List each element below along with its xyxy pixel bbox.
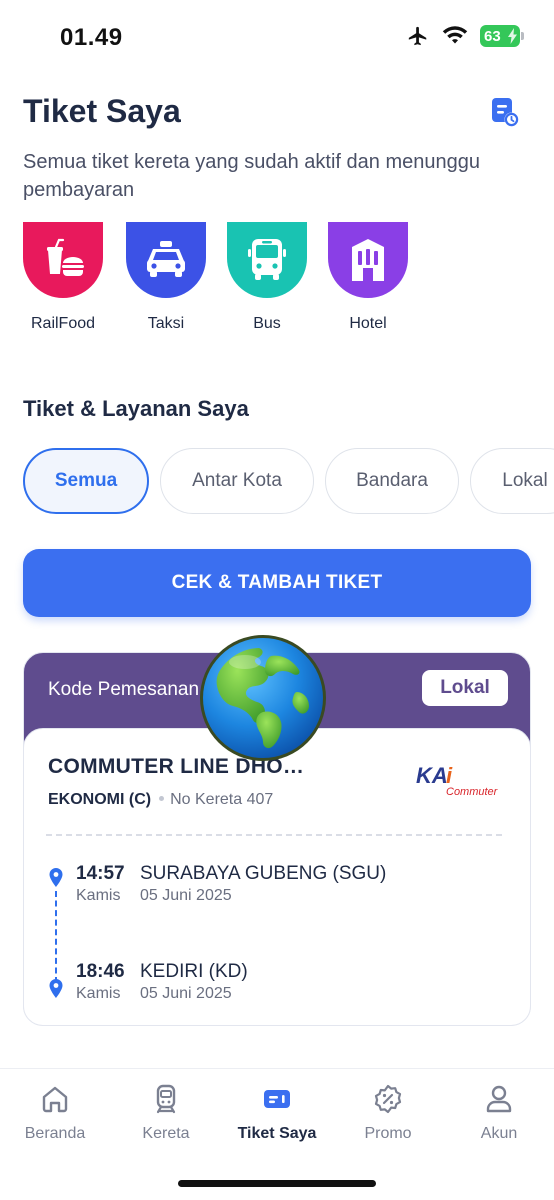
chip-antar-kota[interactable]: Antar Kota bbox=[160, 448, 314, 514]
train-icon bbox=[156, 1084, 176, 1114]
page-title: Tiket Saya bbox=[23, 93, 181, 129]
arrival-day: Kamis bbox=[76, 985, 121, 1002]
food-icon bbox=[23, 222, 103, 298]
route-line bbox=[55, 891, 57, 983]
departure-date: 05 Juni 2025 bbox=[140, 887, 232, 904]
arrival-date: 05 Juni 2025 bbox=[140, 985, 232, 1002]
departure-day: Kamis bbox=[76, 887, 121, 904]
section-title: Tiket & Layanan Saya bbox=[23, 396, 249, 421]
train-class-row: EKONOMI (C) No Kereta 407 bbox=[48, 791, 273, 809]
svg-text:Commuter: Commuter bbox=[446, 786, 499, 798]
filter-chips: Semua Antar Kota Bandara Lokal bbox=[23, 448, 554, 514]
departure-time: 14:57 bbox=[76, 863, 125, 884]
dashed-divider bbox=[46, 834, 502, 836]
train-number: No Kereta 407 bbox=[170, 791, 274, 808]
airplane-icon bbox=[408, 26, 427, 46]
bus-icon bbox=[227, 222, 307, 298]
arrival-station: KEDIRI (KD) bbox=[140, 961, 248, 982]
service-bus[interactable]: Bus bbox=[222, 222, 312, 333]
svg-text:i: i bbox=[446, 763, 453, 788]
promo-icon bbox=[374, 1084, 402, 1114]
service-hotel[interactable]: Hotel bbox=[323, 222, 413, 333]
service-label: Bus bbox=[253, 315, 281, 332]
battery-icon: 63 bbox=[480, 25, 524, 47]
departure-station: SURABAYA GUBENG (SGU) bbox=[140, 863, 387, 884]
globe-icon[interactable] bbox=[197, 632, 329, 764]
service-label: Hotel bbox=[349, 315, 387, 332]
account-icon bbox=[486, 1085, 512, 1113]
chip-semua[interactable]: Semua bbox=[23, 448, 149, 514]
document-clock-icon[interactable] bbox=[490, 96, 520, 128]
nav-beranda[interactable]: Beranda bbox=[0, 1083, 110, 1143]
service-label: RailFood bbox=[30, 315, 96, 332]
service-label: Taksi bbox=[147, 315, 185, 332]
hotel-icon bbox=[328, 222, 408, 298]
nav-label: Beranda bbox=[24, 1125, 86, 1142]
service-taksi[interactable]: Taksi bbox=[121, 222, 211, 333]
chip-lokal[interactable]: Lokal bbox=[470, 448, 554, 514]
nav-promo[interactable]: Promo bbox=[333, 1083, 443, 1143]
location-pin-icon bbox=[49, 868, 63, 887]
battery-level: 63 bbox=[484, 27, 501, 45]
nav-akun[interactable]: Akun bbox=[444, 1083, 554, 1143]
location-pin-icon bbox=[49, 979, 63, 998]
page-subtitle: Semua tiket kereta yang sudah aktif dan … bbox=[23, 151, 480, 201]
status-time: 01.49 bbox=[60, 24, 123, 51]
home-indicator bbox=[178, 1180, 376, 1187]
taxi-icon bbox=[126, 222, 206, 298]
ticket-type-badge: Lokal bbox=[422, 670, 508, 706]
service-railfood[interactable]: RailFood bbox=[18, 222, 108, 333]
check-add-ticket-button[interactable]: CEK & TAMBAH TIKET bbox=[23, 549, 531, 617]
nav-label: Akun bbox=[480, 1125, 518, 1142]
kai-commuter-logo: KA i Commuter bbox=[416, 763, 499, 798]
nav-label: Kereta bbox=[142, 1125, 190, 1142]
ticket-body: COMMUTER LINE DHO… KA i Commuter EKONOMI… bbox=[23, 728, 531, 1026]
status-bar: 01.49 63 bbox=[0, 0, 554, 72]
chip-bandara[interactable]: Bandara bbox=[325, 448, 459, 514]
train-class: EKONOMI (C) bbox=[48, 791, 152, 808]
home-icon bbox=[42, 1086, 68, 1113]
arrival-time: 18:46 bbox=[76, 961, 125, 982]
nav-label: Tiket Saya bbox=[237, 1125, 317, 1142]
nav-label: Promo bbox=[364, 1125, 412, 1142]
services-row: RailFood Taksi Bus Hotel bbox=[23, 222, 443, 342]
status-icons: 63 bbox=[406, 25, 524, 47]
ticket-icon bbox=[264, 1090, 290, 1108]
svg-text:KA: KA bbox=[416, 763, 448, 788]
nav-tiket-saya[interactable]: Tiket Saya bbox=[222, 1083, 332, 1143]
booking-code-label: Kode Pemesanan bbox=[48, 679, 200, 700]
nav-kereta[interactable]: Kereta bbox=[111, 1083, 221, 1143]
dot-separator bbox=[159, 796, 165, 801]
wifi-icon bbox=[442, 26, 468, 44]
